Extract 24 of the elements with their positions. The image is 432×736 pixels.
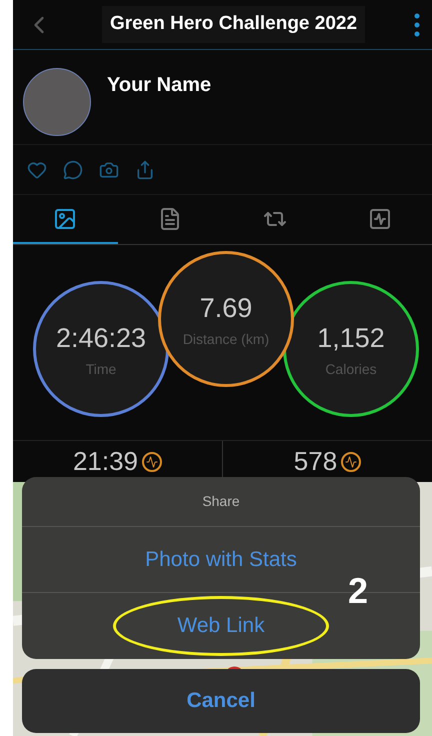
share-option[interactable]: Web Link <box>177 610 265 642</box>
comment-icon[interactable] <box>63 160 83 180</box>
stat-label: Time <box>86 360 116 379</box>
stat-label: Calories <box>325 360 377 379</box>
step-number: 2 <box>348 573 368 609</box>
stat-value: 2:46:23 <box>56 322 146 356</box>
photo-icon <box>53 206 78 230</box>
stat-label: Distance (km) <box>182 330 270 349</box>
page-title: Green Hero Challenge 2022 <box>102 6 366 43</box>
pulse-icon <box>341 452 362 472</box>
summary-value: 21:39 <box>72 445 138 478</box>
more-icon[interactable] <box>414 12 420 36</box>
like-icon[interactable] <box>27 160 47 180</box>
summary-value: 578 <box>294 445 338 478</box>
share-option[interactable]: Photo with Stats <box>145 544 297 576</box>
user-name: Your Name <box>107 73 212 98</box>
share-icon[interactable] <box>135 160 155 180</box>
pulse-icon <box>142 452 162 472</box>
camera-icon[interactable] <box>99 160 119 180</box>
stat-value: 1,152 <box>317 322 385 356</box>
cancel-button[interactable]: Cancel <box>22 669 420 733</box>
stat-value: 7.69 <box>200 292 252 326</box>
sheet-title: Share <box>202 492 240 511</box>
pulse-chart-icon <box>368 206 392 230</box>
